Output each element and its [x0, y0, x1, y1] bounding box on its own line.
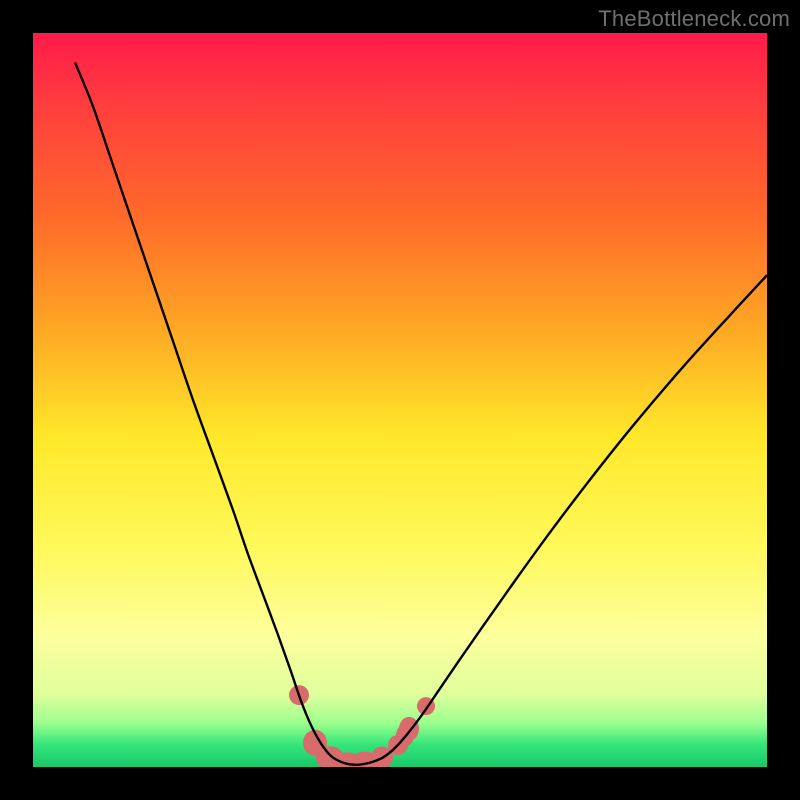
bottleneck-curve [75, 62, 767, 764]
bottleneck-chart [33, 33, 767, 767]
watermark-text: TheBottleneck.com [598, 6, 790, 32]
marker-dot [399, 717, 419, 741]
